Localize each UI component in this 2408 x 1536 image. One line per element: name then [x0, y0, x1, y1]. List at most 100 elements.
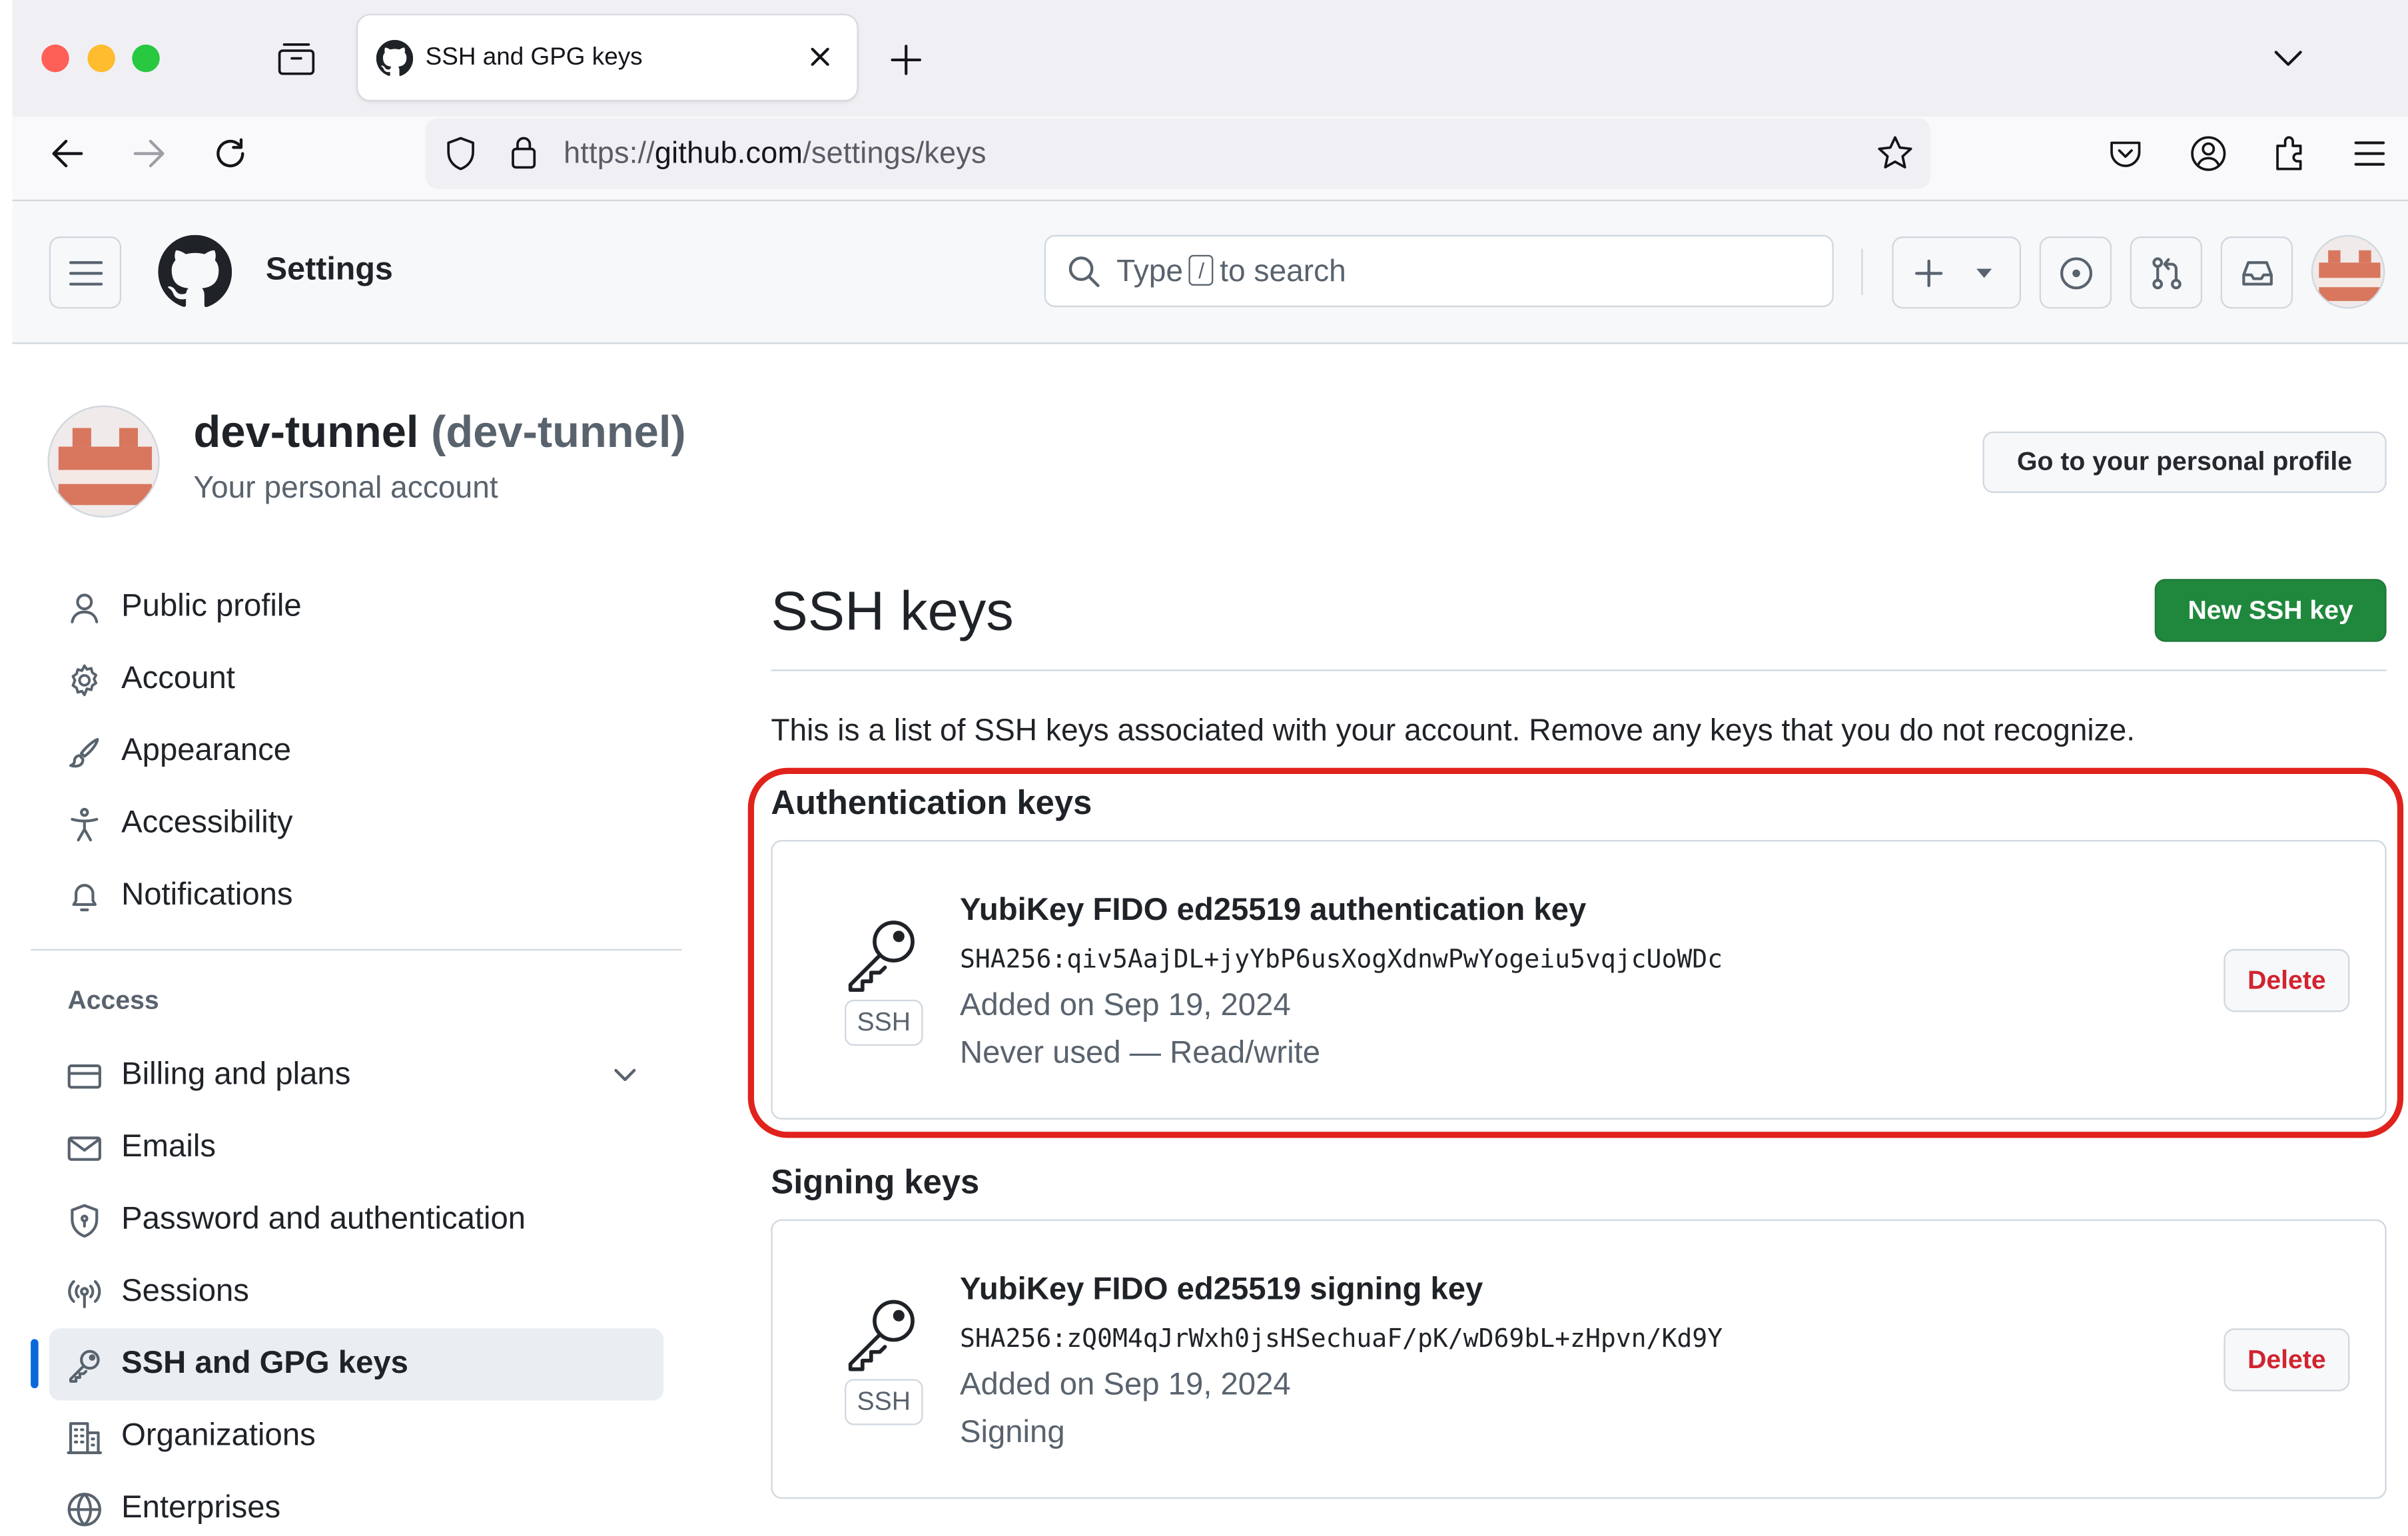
sidebar-item-label: Appearance [121, 732, 292, 768]
sidebar-item-label: Accessibility [121, 805, 293, 841]
sidebar-item-public-profile[interactable]: Public profile [49, 572, 663, 643]
header-divider [1861, 248, 1863, 295]
identicon-avatar-icon [2319, 250, 2381, 301]
bell-icon [66, 879, 103, 915]
mail-icon [66, 1130, 103, 1167]
minimize-window-button[interactable] [87, 44, 115, 73]
globe-icon [66, 1491, 103, 1528]
identicon-avatar-icon [58, 428, 153, 506]
organization-icon [66, 1419, 103, 1455]
gear-icon [66, 662, 103, 699]
credit-card-icon [66, 1058, 103, 1094]
sidebar-item-notifications[interactable]: Notifications [49, 860, 663, 932]
list-tabs-chevron-icon[interactable] [2270, 43, 2307, 74]
sidebar-item-account[interactable]: Account [49, 643, 663, 715]
lock-icon[interactable] [508, 134, 539, 171]
reload-icon[interactable] [212, 135, 248, 172]
sidebar-item-label: Notifications [121, 877, 293, 913]
git-pull-request-icon [2148, 255, 2185, 292]
github-logo-icon[interactable] [158, 234, 232, 309]
hamburger-menu-icon[interactable] [2351, 137, 2388, 171]
sidebar-section-heading: Access [67, 986, 159, 1015]
url-text[interactable]: https://github.com/settings/keys [564, 137, 987, 172]
chevron-down-icon[interactable] [611, 1062, 639, 1087]
three-bars-icon [67, 256, 104, 290]
extensions-puzzle-icon[interactable] [2270, 134, 2310, 174]
sidebar-divider [31, 949, 682, 951]
search-input[interactable]: Type / to search [1044, 234, 1834, 308]
key-fingerprint: SHA256:zQ0M4qJrWxh0jsHSechuaF/pK/wD69bL+… [959, 1324, 1723, 1353]
tracking-protection-shield-icon[interactable] [444, 135, 478, 172]
person-icon [66, 589, 103, 626]
title-divider [771, 669, 2387, 671]
create-new-button[interactable] [1892, 236, 2022, 309]
sidebar-item-label: Organizations [121, 1417, 316, 1453]
profile-avatar[interactable] [47, 405, 160, 518]
key-added-date: Added on Sep 19, 2024 [959, 1366, 1291, 1402]
issues-button[interactable] [2039, 236, 2112, 309]
main-title: SSH keys [771, 579, 1014, 642]
triangle-down-icon [1974, 266, 1995, 281]
tab-overview-icon[interactable] [276, 40, 316, 77]
sidebar-item-label: Sessions [121, 1273, 249, 1309]
sidebar-item-label: Billing and plans [121, 1056, 351, 1092]
delete-key-button[interactable]: Delete [2223, 1328, 2350, 1391]
search-icon [1066, 253, 1102, 290]
sidebar-item-enterprises[interactable]: Enterprises [49, 1473, 663, 1536]
broadcast-icon [66, 1275, 103, 1312]
new-tab-icon[interactable] [888, 41, 925, 78]
accessibility-icon [66, 806, 103, 843]
tab-title: SSH and GPG keys [425, 44, 643, 71]
inbox-button[interactable] [2220, 236, 2293, 309]
sidebar-item-label: SSH and GPG keys [121, 1345, 408, 1381]
sidebar-item-appearance[interactable]: Appearance [49, 715, 663, 787]
account-icon[interactable] [2188, 134, 2228, 174]
tab-ssh-gpg-keys[interactable]: SSH and GPG keys [358, 15, 857, 100]
global-nav-menu-button[interactable] [49, 236, 122, 309]
paintbrush-icon [66, 734, 103, 771]
pull-requests-button[interactable] [2130, 236, 2203, 309]
sidebar-item-accessibility[interactable]: Accessibility [49, 788, 663, 860]
sidebar-item-billing-and-plans[interactable]: Billing and plans [49, 1040, 663, 1112]
close-tab-icon[interactable] [808, 45, 833, 69]
new-ssh-key-button[interactable]: New SSH key [2154, 579, 2387, 642]
active-item-marker [31, 1339, 39, 1389]
back-arrow-icon[interactable] [49, 137, 86, 171]
address-bar[interactable]: https://github.com/settings/keys [425, 118, 1931, 189]
pocket-icon[interactable] [2107, 135, 2144, 172]
page-title: Settings [265, 252, 393, 288]
signing-keys-heading: Signing keys [771, 1162, 980, 1201]
annotation-highlight [747, 767, 2404, 1138]
profile-subtitle: Your personal account [193, 471, 498, 506]
sidebar-item-ssh-and-gpg-keys[interactable]: SSH and GPG keys [49, 1328, 663, 1401]
intro-text: This is a list of SSH keys associated wi… [771, 714, 2136, 748]
search-placeholder: Type / to search [1116, 254, 1346, 289]
sidebar-item-label: Emails [121, 1128, 216, 1164]
close-window-button[interactable] [41, 44, 69, 73]
go-to-profile-button[interactable]: Go to your personal profile [1982, 431, 2387, 494]
key-title: YubiKey FIDO ed25519 signing key [959, 1271, 1483, 1307]
key-icon [840, 1292, 923, 1374]
sidebar-item-password-and-authentication[interactable]: Password and authentication [49, 1184, 663, 1256]
forward-arrow-icon[interactable] [131, 137, 167, 171]
issue-opened-icon [2058, 255, 2094, 292]
sidebar-item-label: Account [121, 660, 235, 696]
profile-name[interactable]: dev-tunnel (dev-tunnel) [193, 408, 685, 459]
key-icon [66, 1347, 103, 1383]
sidebar-item-sessions[interactable]: Sessions [49, 1256, 663, 1328]
sidebar-item-label: Public profile [121, 588, 302, 624]
search-shortcut-key: / [1189, 254, 1214, 286]
ssh-badge: SSH [845, 1379, 923, 1425]
sidebar-item-emails[interactable]: Emails [49, 1112, 663, 1184]
sidebar-item-label: Password and authentication [121, 1200, 526, 1236]
github-favicon-icon [376, 39, 414, 77]
bookmark-star-icon[interactable] [1875, 134, 1915, 174]
user-avatar[interactable] [2311, 234, 2385, 309]
maximize-window-button[interactable] [132, 44, 160, 73]
plus-icon [1910, 255, 1947, 292]
signing-key-card: SSH YubiKey FIDO ed25519 signing key SHA… [771, 1219, 2387, 1499]
sidebar-item-organizations[interactable]: Organizations [49, 1401, 663, 1473]
shield-lock-icon [66, 1202, 103, 1239]
inbox-icon [2239, 255, 2275, 292]
window-edge [0, 0, 13, 1536]
